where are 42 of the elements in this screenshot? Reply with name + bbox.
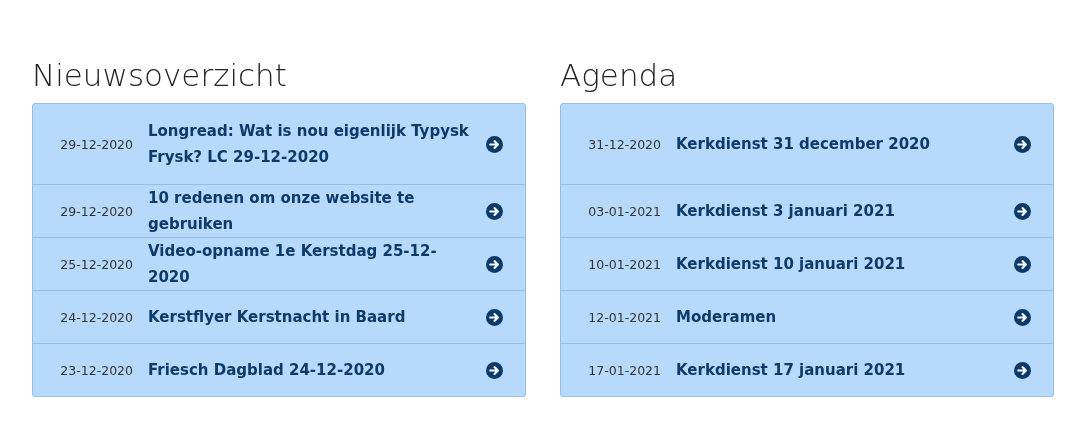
item-date: 12-01-2021	[587, 309, 662, 325]
item-title: Kerkdienst 31 december 2020	[676, 134, 931, 155]
arrow-circle-icon	[1014, 135, 1031, 153]
list-item[interactable]: 10-01-2021 Kerkdienst 10 januari 2021	[561, 237, 1053, 290]
item-title: Kerkdienst 17 januari 2021	[676, 360, 907, 381]
arrow-circle-icon	[486, 202, 503, 220]
item-title: Kerkdienst 10 januari 2021	[676, 254, 907, 275]
item-date: 10-01-2021	[587, 256, 662, 272]
item-date: 03-01-2021	[587, 203, 662, 219]
section-heading: Agenda	[560, 56, 679, 95]
item-date: 23-12-2020	[59, 362, 134, 378]
item-date: 25-12-2020	[59, 256, 134, 272]
list-item[interactable]: 03-01-2021 Kerkdienst 3 januari 2021	[561, 184, 1053, 237]
list-item[interactable]: 29-12-2020 10 redenen om onze website te gebruiken	[33, 184, 525, 237]
item-title: Video-opname 1e Kerstdag 25-12-2020	[148, 241, 438, 288]
list-item[interactable]: 29-12-2020 Longread: Wat is nou eigenlijk Typysk Frysk? LC 29-12-2020	[33, 104, 525, 184]
item-title: Moderamen	[676, 307, 778, 328]
arrow-circle-icon	[486, 361, 503, 379]
item-title: Longread: Wat is nou eigenlijk Typysk Frysk? LC 29-12-2020	[148, 121, 470, 168]
item-date: 24-12-2020	[59, 309, 134, 325]
arrow-circle-icon	[1014, 361, 1031, 379]
item-date: 29-12-2020	[59, 203, 134, 219]
list-item[interactable]: 17-01-2021 Kerkdienst 17 januari 2021	[561, 343, 1053, 396]
arrow-circle-icon	[486, 255, 503, 273]
item-title: 10 redenen om onze website te gebruiken	[148, 188, 416, 235]
item-title: Kerstflyer Kerstnacht in Baard	[148, 307, 407, 328]
list-item[interactable]: 12-01-2021 Moderamen	[561, 290, 1053, 343]
item-title: Friesch Dagblad 24-12-2020	[148, 360, 386, 381]
list-item[interactable]: 24-12-2020 Kerstflyer Kerstnacht in Baard	[33, 290, 525, 343]
arrow-circle-icon	[486, 135, 503, 153]
item-date: 29-12-2020	[59, 136, 134, 152]
item-date: 31-12-2020	[587, 136, 662, 152]
item-title: Kerkdienst 3 januari 2021	[676, 201, 896, 222]
list-item[interactable]: 25-12-2020 Video-opname 1e Kerstdag 25-12-2020	[33, 237, 525, 290]
list-item[interactable]: 23-12-2020 Friesch Dagblad 24-12-2020	[33, 343, 525, 396]
list-item[interactable]: 31-12-2020 Kerkdienst 31 december 2020	[561, 104, 1053, 184]
item-date: 17-01-2021	[587, 362, 662, 378]
section-heading: Nieuwsoverzicht	[32, 56, 288, 95]
arrow-circle-icon	[1014, 308, 1031, 326]
arrow-circle-icon	[486, 308, 503, 326]
arrow-circle-icon	[1014, 202, 1031, 220]
arrow-circle-icon	[1014, 255, 1031, 273]
